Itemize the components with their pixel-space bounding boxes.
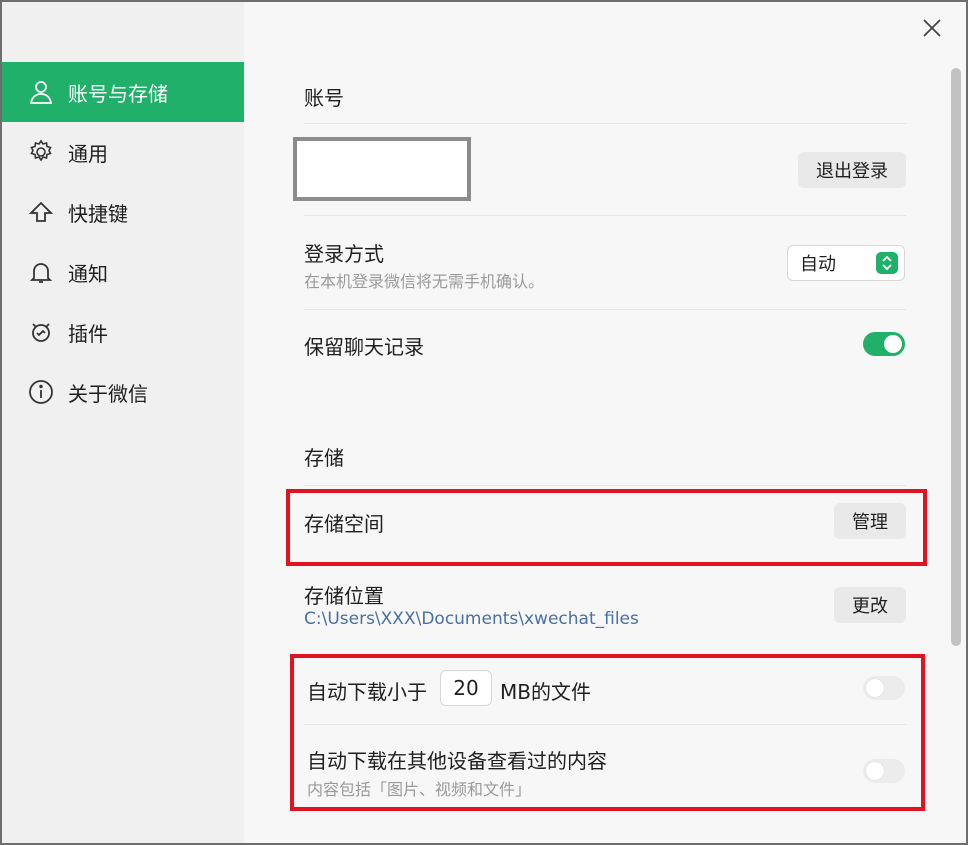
close-icon[interactable] — [920, 16, 944, 40]
login-method-select[interactable]: 自动 — [787, 245, 905, 281]
login-method-description: 在本机登录微信将无需手机确认。 — [304, 272, 545, 291]
scrollbar-thumb[interactable] — [951, 68, 961, 646]
sidebar-item-label: 快捷键 — [68, 201, 128, 226]
sidebar-item-notifications[interactable]: 通知 — [2, 242, 244, 302]
settings-window: 账号与存储 通用 快捷键 通知 插件 关于微信 账号 退出登录 登录方式 在本机… — [0, 0, 968, 845]
arrow-up-icon — [28, 199, 54, 225]
storage-path: C:\Users\XXX\Documents\xwechat_files — [304, 609, 639, 629]
sidebar-item-label: 通知 — [68, 261, 108, 286]
sidebar-item-plugins[interactable]: 插件 — [2, 302, 244, 362]
divider — [304, 309, 906, 310]
storage-section-title: 存储 — [304, 446, 344, 470]
keep-chat-label: 保留聊天记录 — [304, 335, 424, 359]
highlight-box — [286, 489, 927, 566]
sidebar-item-label: 插件 — [68, 321, 108, 346]
sidebar-item-about[interactable]: 关于微信 — [2, 362, 244, 422]
person-icon — [28, 79, 54, 105]
sidebar: 账号与存储 通用 快捷键 通知 插件 关于微信 — [2, 2, 244, 843]
bell-icon — [28, 259, 54, 285]
gear-icon — [28, 139, 54, 165]
plugin-icon — [28, 319, 54, 345]
sidebar-item-general[interactable]: 通用 — [2, 122, 244, 182]
storage-location-label: 存储位置 — [304, 584, 384, 608]
logout-button[interactable]: 退出登录 — [798, 152, 906, 188]
sidebar-item-account-storage[interactable]: 账号与存储 — [2, 62, 244, 122]
keep-chat-toggle[interactable] — [863, 332, 905, 356]
divider — [304, 215, 906, 216]
sidebar-item-label: 账号与存储 — [68, 81, 168, 106]
change-location-button[interactable]: 更改 — [834, 587, 906, 623]
sidebar-item-label: 关于微信 — [68, 381, 148, 406]
avatar — [293, 137, 471, 201]
login-method-value: 自动 — [800, 254, 836, 275]
highlight-box — [290, 654, 925, 811]
info-icon — [28, 379, 54, 405]
divider — [304, 123, 906, 124]
sidebar-item-shortcuts[interactable]: 快捷键 — [2, 182, 244, 242]
account-section-title: 账号 — [304, 86, 344, 110]
login-method-label: 登录方式 — [304, 242, 384, 266]
sidebar-item-label: 通用 — [68, 141, 108, 166]
divider — [304, 485, 906, 486]
toggle-knob — [884, 335, 902, 353]
stepper-icon — [876, 252, 898, 274]
